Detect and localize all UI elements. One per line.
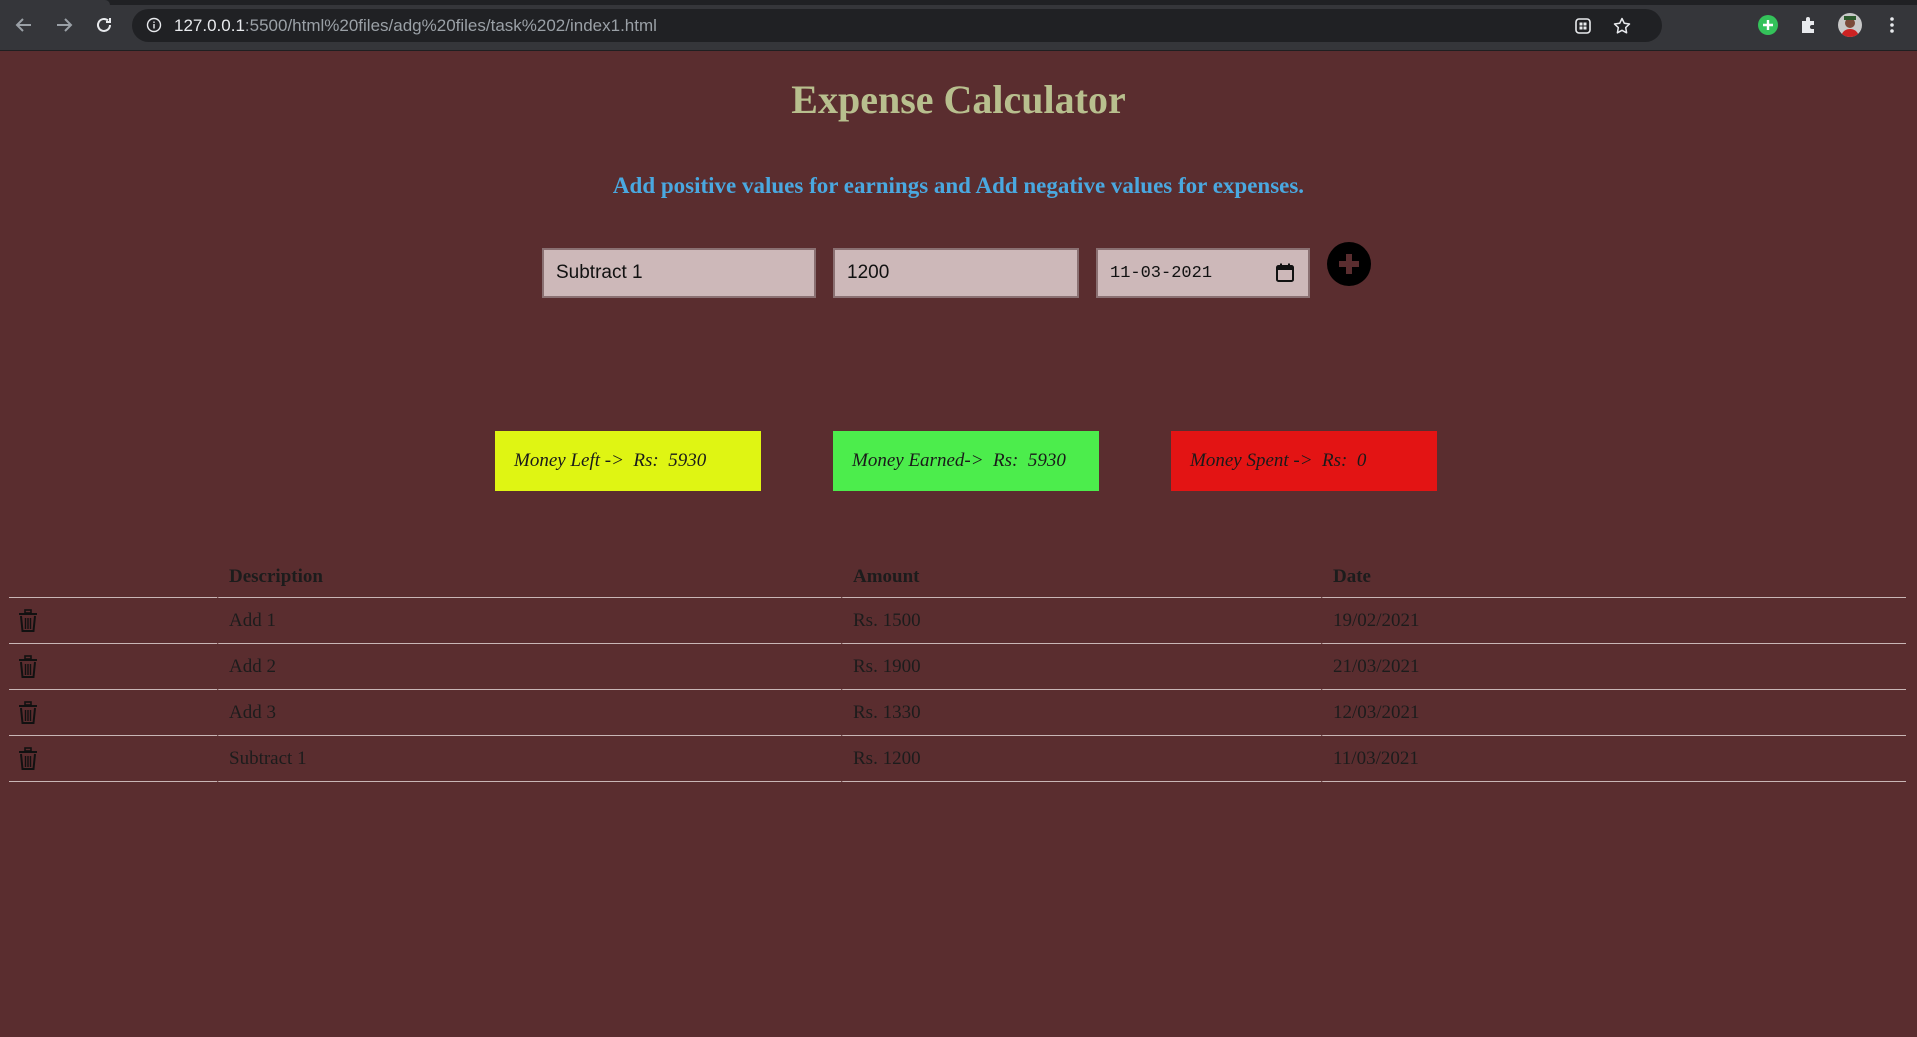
apps-icon[interactable] bbox=[1573, 16, 1593, 36]
row-description: Add 2 bbox=[217, 644, 841, 690]
trash-icon[interactable] bbox=[17, 746, 39, 771]
trash-icon[interactable] bbox=[17, 654, 39, 679]
money-spent-box: Money Spent -> Rs: 0 bbox=[1171, 431, 1437, 491]
row-description: Add 1 bbox=[217, 598, 841, 644]
star-icon[interactable] bbox=[1612, 16, 1632, 36]
instructions-text: Add positive values for earnings and Add… bbox=[612, 173, 1305, 198]
date-input[interactable]: 11-03-2021 bbox=[1096, 248, 1310, 298]
amount-input[interactable]: 1200 bbox=[833, 248, 1079, 298]
row-amount: Rs. 1330 bbox=[841, 690, 1321, 736]
puzzle-icon[interactable] bbox=[1797, 13, 1821, 37]
page-title: Expense Calculator bbox=[791, 77, 1126, 122]
reload-icon bbox=[97, 17, 111, 32]
trash-icon[interactable] bbox=[17, 700, 39, 725]
row-date: 19/02/2021 bbox=[1321, 598, 1906, 644]
delete-cell bbox=[9, 598, 217, 644]
calendar-icon[interactable] bbox=[1274, 262, 1296, 284]
address-bar[interactable]: 127.0.0.1:5500/html%20files/adg%20files/… bbox=[132, 9, 1662, 42]
money-earned-box: Money Earned-> Rs: 5930 bbox=[833, 431, 1099, 491]
table-row: Add 2 Rs. 1900 21/03/2021 bbox=[9, 644, 1906, 690]
row-amount: Rs. 1200 bbox=[841, 736, 1321, 782]
url-host: 127.0.0.1 bbox=[174, 16, 245, 35]
money-left-box: Money Left -> Rs: 5930 bbox=[495, 431, 761, 491]
table-row: Add 3 Rs. 1330 12/03/2021 bbox=[9, 690, 1906, 736]
plus-circle-icon bbox=[1339, 254, 1359, 274]
active-tab[interactable] bbox=[0, 0, 110, 5]
description-input[interactable]: Subtract 1 bbox=[542, 248, 816, 298]
row-date: 12/03/2021 bbox=[1321, 690, 1906, 736]
header-description: Description bbox=[217, 557, 841, 598]
table-header-row: Description Amount Date bbox=[9, 557, 1906, 598]
header-actions bbox=[9, 557, 217, 598]
info-icon[interactable] bbox=[146, 17, 162, 33]
amount-input-value: 1200 bbox=[847, 262, 890, 283]
row-description: Subtract 1 bbox=[217, 736, 841, 782]
tab-strip bbox=[0, 0, 1917, 5]
forward-button[interactable] bbox=[52, 13, 76, 37]
delete-cell bbox=[9, 690, 217, 736]
reload-button[interactable] bbox=[92, 13, 116, 37]
row-amount: Rs. 1900 bbox=[841, 644, 1321, 690]
delete-cell bbox=[9, 644, 217, 690]
url-path: :5500/html%20files/adg%20files/task%202/… bbox=[244, 16, 657, 35]
back-button[interactable] bbox=[12, 13, 36, 37]
date-input-value: 11-03-2021 bbox=[1110, 263, 1213, 283]
add-extension-icon[interactable] bbox=[1756, 13, 1780, 37]
transactions-table: Description Amount Date Add 1 Rs. 1500 1… bbox=[9, 557, 1906, 782]
row-amount: Rs. 1500 bbox=[841, 598, 1321, 644]
description-input-value: Subtract 1 bbox=[556, 262, 643, 283]
profile-icon bbox=[1841, 16, 1859, 37]
forward-icon bbox=[57, 18, 73, 32]
avatar[interactable] bbox=[1838, 13, 1862, 37]
url-text[interactable]: 127.0.0.1:5500/html%20files/adg%20files/… bbox=[174, 16, 657, 36]
table-row: Subtract 1 Rs. 1200 11/03/2021 bbox=[9, 736, 1906, 782]
menu-icon[interactable] bbox=[1880, 13, 1904, 37]
trash-icon[interactable] bbox=[17, 608, 39, 633]
row-date: 21/03/2021 bbox=[1321, 644, 1906, 690]
row-date: 11/03/2021 bbox=[1321, 736, 1906, 782]
header-date: Date bbox=[1321, 557, 1906, 598]
back-icon bbox=[15, 18, 31, 32]
row-description: Add 3 bbox=[217, 690, 841, 736]
table-row: Add 1 Rs. 1500 19/02/2021 bbox=[9, 598, 1906, 644]
delete-cell bbox=[9, 736, 217, 782]
header-amount: Amount bbox=[841, 557, 1321, 598]
browser-toolbar: 127.0.0.1:5500/html%20files/adg%20files/… bbox=[0, 0, 1917, 51]
add-transaction-button[interactable] bbox=[1327, 242, 1371, 286]
